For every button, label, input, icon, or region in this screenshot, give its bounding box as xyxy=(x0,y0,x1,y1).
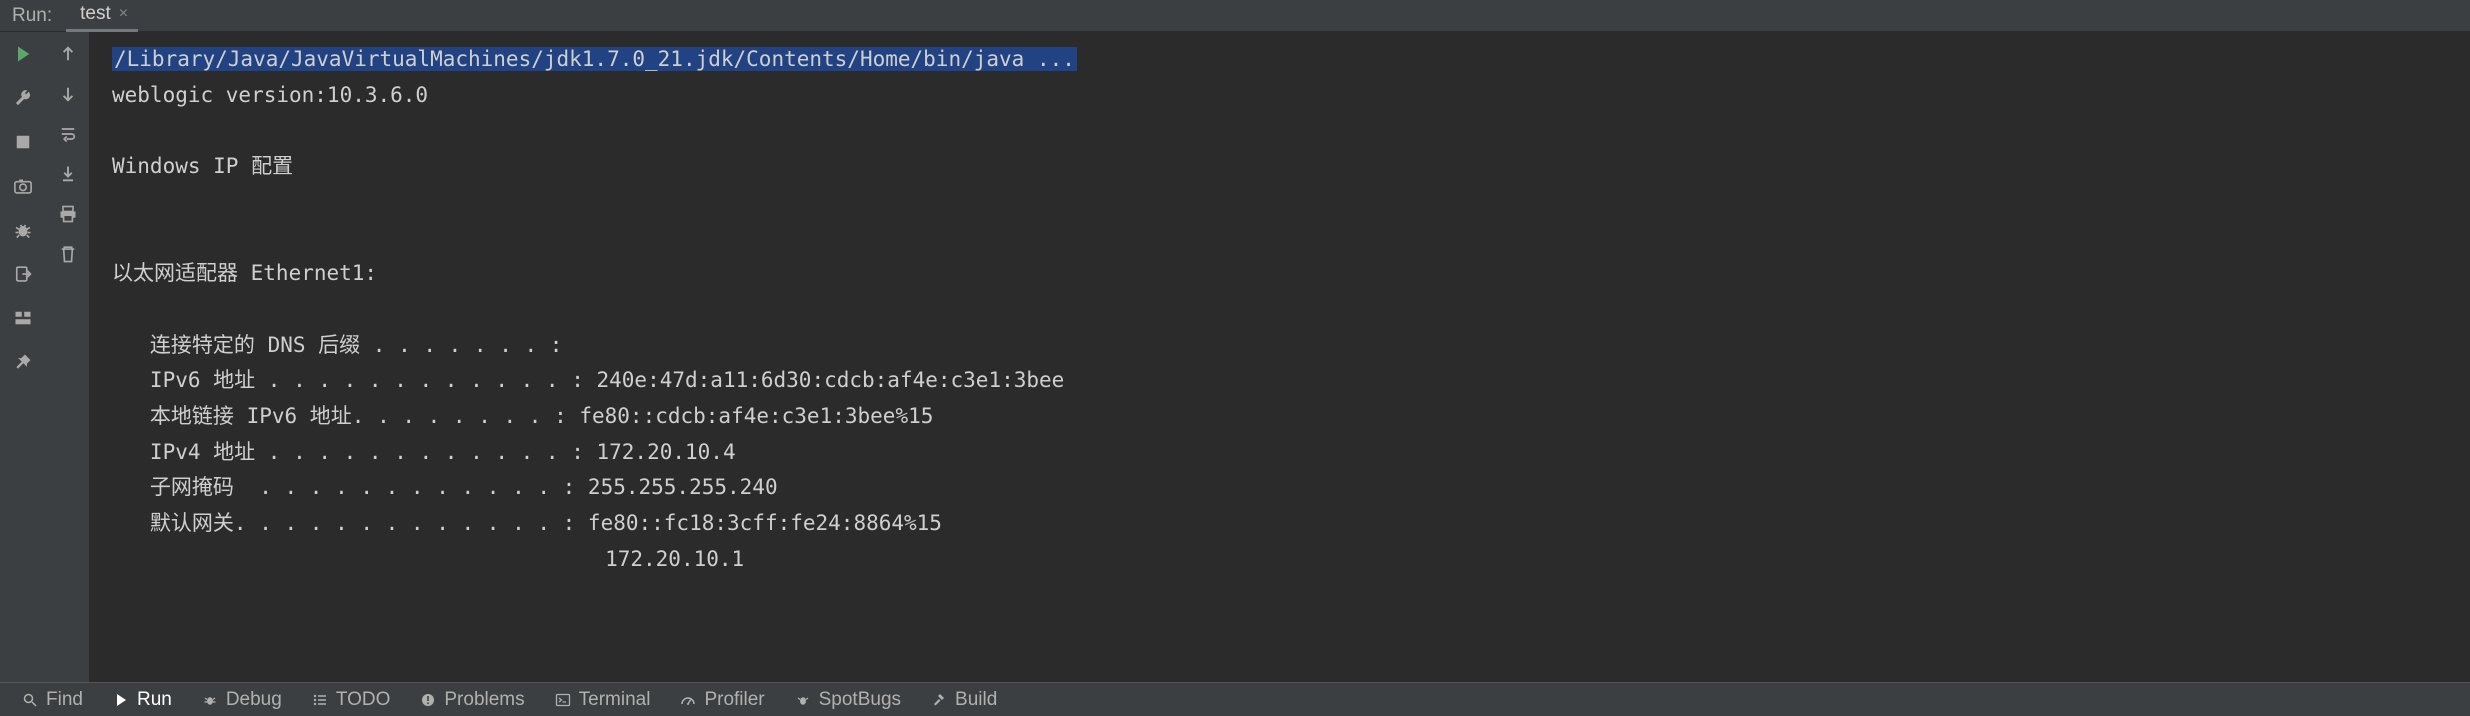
console-line: IPv6 地址 . . . . . . . . . . . . : 240e:4… xyxy=(112,368,1064,392)
scroll-to-end-icon[interactable] xyxy=(54,160,82,188)
debug-button[interactable]: Debug xyxy=(190,685,294,715)
bottom-toolbar: Find Run Debug TODO Problems Terminal Pr… xyxy=(0,682,2470,716)
console-output[interactable]: /Library/Java/JavaVirtualMachines/jdk1.7… xyxy=(90,32,2470,682)
close-icon[interactable]: × xyxy=(117,5,130,23)
bug-icon[interactable] xyxy=(9,216,37,244)
console-line: 子网掩码 . . . . . . . . . . . . : 255.255.2… xyxy=(112,475,778,499)
console-line: 连接特定的 DNS 后缀 . . . . . . . : xyxy=(112,333,562,357)
todo-button[interactable]: TODO xyxy=(300,685,403,715)
problems-button[interactable]: Problems xyxy=(408,685,536,715)
left-gutter-2 xyxy=(46,32,90,682)
debug-label: Debug xyxy=(226,689,282,711)
build-button[interactable]: Build xyxy=(919,685,1009,715)
layout-icon[interactable] xyxy=(9,304,37,332)
command-line: /Library/Java/JavaVirtualMachines/jdk1.7… xyxy=(112,47,1077,71)
pin-icon[interactable] xyxy=(9,348,37,376)
run-label: Run xyxy=(137,689,172,711)
console-line: 默认网关. . . . . . . . . . . . . : fe80::fc… xyxy=(112,511,942,535)
camera-icon[interactable] xyxy=(9,172,37,200)
down-arrow-icon[interactable] xyxy=(54,80,82,108)
warning-icon xyxy=(420,692,436,708)
console-line: IPv4 地址 . . . . . . . . . . . . : 172.20… xyxy=(112,440,736,464)
terminal-icon xyxy=(555,692,571,708)
console-line: 本地链接 IPv6 地址. . . . . . . . : fe80::cdcb… xyxy=(112,404,933,428)
run-button[interactable]: Run xyxy=(101,685,184,715)
run-tabbar: Run: test × xyxy=(0,0,2470,32)
search-icon xyxy=(22,692,38,708)
up-arrow-icon[interactable] xyxy=(54,40,82,68)
trash-icon[interactable] xyxy=(54,240,82,268)
console-line: weblogic version:10.3.6.0 xyxy=(112,83,428,107)
find-label: Find xyxy=(46,689,83,711)
soft-wrap-icon[interactable] xyxy=(54,120,82,148)
exit-icon[interactable] xyxy=(9,260,37,288)
console-line: Windows IP 配置 xyxy=(112,154,293,178)
spotbugs-button[interactable]: SpotBugs xyxy=(783,685,913,715)
run-icon[interactable] xyxy=(9,40,37,68)
run-label: Run: xyxy=(12,5,52,27)
tab-label: test xyxy=(80,3,111,25)
run-config-tab[interactable]: test × xyxy=(66,0,138,32)
stop-icon[interactable] xyxy=(9,128,37,156)
build-label: Build xyxy=(955,689,997,711)
spotbugs-icon xyxy=(795,692,811,708)
hammer-icon xyxy=(931,692,947,708)
problems-label: Problems xyxy=(444,689,524,711)
print-icon[interactable] xyxy=(54,200,82,228)
play-icon xyxy=(113,692,129,708)
bug-icon xyxy=(202,692,218,708)
terminal-button[interactable]: Terminal xyxy=(543,685,663,715)
spotbugs-label: SpotBugs xyxy=(819,689,901,711)
todo-label: TODO xyxy=(336,689,391,711)
terminal-label: Terminal xyxy=(579,689,651,711)
left-gutter-1 xyxy=(0,32,46,682)
console-line: 以太网适配器 Ethernet1: xyxy=(112,261,377,285)
gauge-icon xyxy=(680,692,696,708)
console-line: 172.20.10.1 xyxy=(112,547,744,571)
find-button[interactable]: Find xyxy=(10,685,95,715)
wrench-icon[interactable] xyxy=(9,84,37,112)
list-icon xyxy=(312,692,328,708)
profiler-button[interactable]: Profiler xyxy=(668,685,776,715)
profiler-label: Profiler xyxy=(704,689,764,711)
